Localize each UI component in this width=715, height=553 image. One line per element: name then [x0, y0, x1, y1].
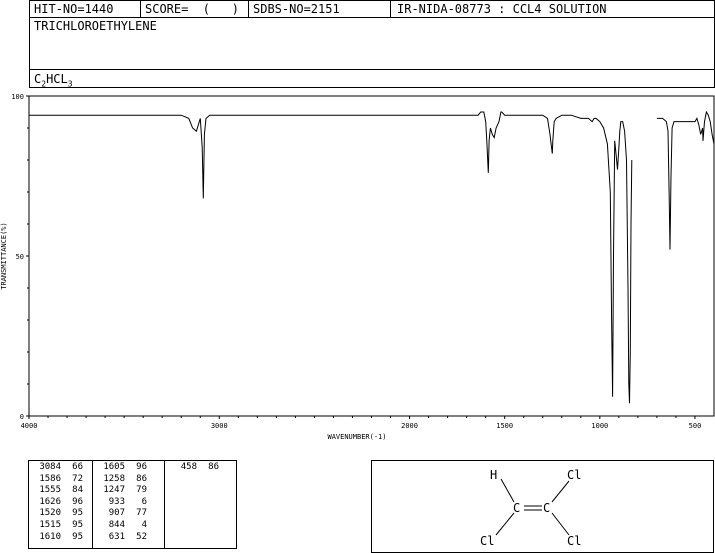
header-divider	[248, 0, 249, 17]
peak-row: 907 77	[93, 508, 164, 520]
peak-wavenumber: 1605	[103, 462, 125, 472]
peak-row: 1586 72	[29, 474, 92, 486]
peak-wavenumber: 1515	[39, 519, 61, 530]
peak-wavenumber: 1520	[39, 508, 61, 519]
peak-column: 3084 66 1586 72 1555 84 1626 96 1520 95 1515 95 1610…	[29, 461, 93, 548]
peak-transmittance: 66	[72, 462, 83, 472]
peak-transmittance: 79	[136, 485, 147, 496]
peak-transmittance: 4	[141, 519, 147, 530]
hit-number: HIT-NO=1440	[34, 2, 114, 16]
bond	[551, 512, 570, 536]
peak-wavenumber: 1626	[39, 496, 61, 507]
ir-spectrum-chart: 4000 3000 2000 1500 1000 500 0 50 100 WAVENUMBE…	[0, 93, 715, 441]
peak-transmittance: 96	[136, 462, 147, 472]
y-tick-label: 0	[20, 413, 24, 421]
peak-wavenumber: 1258	[103, 473, 125, 484]
bond	[500, 478, 515, 503]
peak-wavenumber: 631	[108, 531, 125, 542]
atom-label: Cl	[480, 534, 495, 548]
x-axis-ticks: 4000 3000 2000 1500 1000 500	[21, 416, 702, 430]
peak-wavenumber: 844	[108, 519, 125, 530]
peak-transmittance: 95	[72, 519, 83, 530]
ir-info: IR-NIDA-08773 : CCL4 SOLUTION	[397, 2, 607, 16]
peak-transmittance: 72	[72, 473, 83, 484]
peak-wavenumber: 1247	[103, 485, 125, 496]
sdbs-number: SDBS-NO=2151	[253, 2, 340, 16]
peak-wavenumber: 1586	[39, 473, 61, 484]
atom-label: H	[490, 468, 498, 482]
peak-wavenumber: 1555	[39, 485, 61, 496]
peak-row: 1247 79	[93, 485, 164, 497]
x-axis-label: WAVENUMBER(-1)	[327, 433, 386, 441]
atom-label: Cl	[567, 468, 582, 482]
peak-row: 1520 95	[29, 508, 92, 520]
bond	[495, 512, 515, 536]
y-axis-ticks: 0 50 100	[11, 93, 29, 421]
peak-transmittance: 52	[136, 531, 147, 542]
y-tick-label: 50	[16, 253, 24, 261]
y-tick-label: 100	[11, 93, 24, 101]
peak-row: 1555 84	[29, 485, 92, 497]
peak-transmittance: 86	[136, 473, 147, 484]
peak-row: 458 86	[165, 462, 236, 474]
peak-row: 933 6	[93, 497, 164, 509]
peak-wavenumber: 907	[108, 508, 125, 519]
peak-row: 631 52	[93, 532, 164, 544]
peak-row: 3084 66	[29, 462, 92, 474]
structure-box: H C C Cl Cl Cl	[371, 460, 714, 553]
compound-name: TRICHLOROETHYLENE	[34, 19, 157, 33]
peak-transmittance: 6	[141, 496, 147, 507]
peak-column: 458 86	[165, 461, 236, 548]
peak-wavenumber: 933	[108, 496, 125, 507]
peak-transmittance: 84	[72, 485, 83, 496]
peak-row: 1610 95	[29, 532, 92, 544]
peak-row: 1626 96	[29, 497, 92, 509]
peak-transmittance: 95	[72, 508, 83, 519]
x-tick-label: 4000	[21, 422, 38, 430]
spectrum-line	[29, 111, 633, 404]
score: SCORE= ( )	[145, 2, 239, 16]
atom-label: Cl	[567, 534, 582, 548]
formula-part: HCL	[46, 72, 68, 86]
peak-wavenumber: 3084	[39, 462, 61, 472]
spectrum-line	[656, 110, 715, 250]
peak-transmittance: 86	[208, 462, 219, 472]
bond	[551, 480, 570, 503]
header-rule	[29, 69, 715, 70]
x-tick-label: 500	[689, 422, 702, 430]
peak-wavenumber: 458	[180, 462, 197, 472]
peak-row: 1515 95	[29, 520, 92, 532]
peak-table: 3084 66 1586 72 1555 84 1626 96 1520 95 1515 95 1610…	[28, 460, 237, 549]
peak-transmittance: 77	[136, 508, 147, 519]
x-tick-label: 3000	[211, 422, 228, 430]
header-divider	[390, 0, 391, 17]
x-tick-label: 1000	[591, 422, 608, 430]
x-tick-label: 2000	[401, 422, 418, 430]
atom-label: C	[543, 501, 551, 515]
y-axis-label: TRANSMITTANCE(%)	[0, 222, 8, 289]
peak-row: 844 4	[93, 520, 164, 532]
header-divider	[140, 0, 141, 17]
peak-row: 1258 86	[93, 474, 164, 486]
atom-label: C	[513, 501, 521, 515]
peak-row: 1605 96	[93, 462, 164, 474]
peak-wavenumber: 1610	[39, 531, 61, 542]
peak-transmittance: 95	[72, 531, 83, 542]
header-rule	[29, 17, 715, 18]
peak-transmittance: 96	[72, 496, 83, 507]
x-tick-label: 1500	[496, 422, 513, 430]
peak-column: 1605 96 1258 86 1247 79 933 6 907 77 844 4 631 52	[93, 461, 165, 548]
header-box	[29, 0, 715, 88]
spectrum-series	[29, 110, 715, 404]
